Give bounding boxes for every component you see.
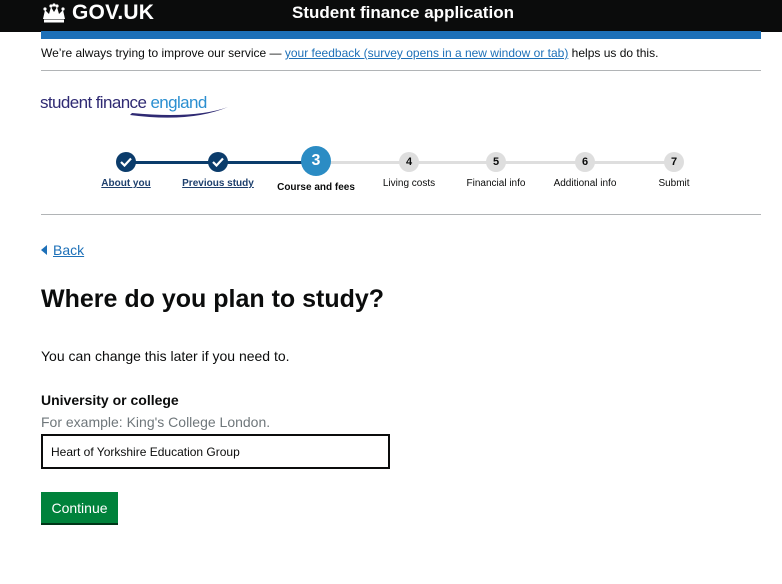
feedback-prefix: We’re always trying to improve our servi… (41, 46, 285, 60)
govuk-logo-text: GOV.UK (72, 1, 155, 24)
step-number: 5 (486, 152, 506, 172)
step-number: 3 (301, 146, 331, 176)
page-title: Where do you plan to study? (41, 285, 385, 313)
continue-button[interactable]: Continue (41, 492, 118, 523)
step-complete-icon (116, 152, 136, 172)
field-hint: For example: King's College London. (41, 414, 271, 430)
step-label: Submit (658, 178, 690, 189)
student-finance-england-logo: student finance england (40, 91, 230, 119)
back-link[interactable]: Back (41, 242, 84, 258)
service-name[interactable]: Student finance application (292, 3, 514, 23)
back-arrow-icon (41, 245, 47, 255)
divider (41, 214, 761, 215)
university-input[interactable] (41, 434, 390, 469)
sfe-logo-part2: england (150, 93, 207, 112)
crown-icon (41, 3, 67, 23)
step-submit: 7 Submit (614, 140, 734, 189)
feedback-banner: We’re always trying to improve our servi… (41, 46, 658, 60)
back-link-label: Back (53, 242, 85, 258)
progress-stepper: About you Previous study 3 Course and fe… (0, 140, 782, 210)
feedback-suffix: helps us do this. (568, 46, 659, 60)
field-label: University or college (41, 392, 179, 408)
step-complete-icon (208, 152, 228, 172)
govuk-header: GOV.UK Student finance application (0, 0, 782, 32)
feedback-link[interactable]: your feedback (survey opens in a new win… (285, 46, 568, 60)
divider (41, 70, 761, 71)
header-blue-bar (41, 31, 761, 39)
step-number: 6 (575, 152, 595, 172)
step-number: 7 (664, 152, 684, 172)
sfe-logo-part1: student finance (40, 93, 151, 112)
page-hint: You can change this later if you need to… (41, 348, 290, 364)
govuk-logo[interactable]: GOV.UK (41, 1, 155, 24)
step-number: 4 (399, 152, 419, 172)
